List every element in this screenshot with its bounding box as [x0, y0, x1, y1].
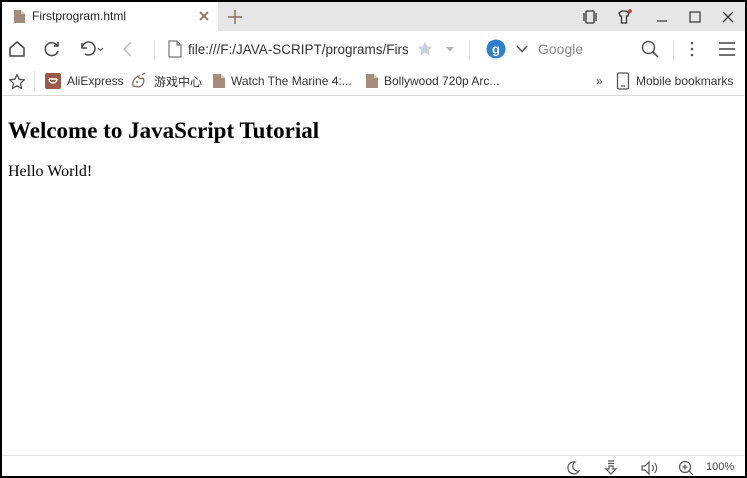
bookmark-star-icon[interactable]	[8, 73, 26, 91]
page-content: Welcome to JavaScript Tutorial Hello Wor…	[2, 96, 745, 455]
chevron-down-icon[interactable]	[514, 41, 530, 57]
skin-icon[interactable]	[616, 9, 632, 25]
minimize-icon[interactable]	[654, 9, 670, 25]
bookmark-label: Watch The Marine 4:...	[231, 74, 352, 88]
more-vertical-icon[interactable]	[682, 39, 702, 59]
search-engine-icon[interactable]: g	[486, 39, 506, 59]
dropdown-arrow-icon[interactable]	[443, 41, 457, 57]
sidebar-toggle-icon[interactable]	[582, 9, 598, 25]
new-tab-icon[interactable]	[226, 8, 244, 26]
file-icon	[14, 10, 25, 23]
toolbar-divider	[469, 40, 470, 60]
page-text: Hello World!	[8, 163, 93, 180]
page-heading: Welcome to JavaScript Tutorial	[8, 118, 320, 143]
toolbar-divider	[154, 40, 155, 60]
menu-icon[interactable]	[717, 39, 737, 59]
close-window-icon[interactable]	[720, 9, 736, 25]
bookmark-watch-the-marine[interactable]: Watch The Marine 4:...	[213, 72, 352, 90]
aliexpress-icon	[45, 73, 61, 89]
game-center-icon	[132, 72, 146, 88]
bookmarks-bar: AliExpress 游戏中心 Watch The Marine 4:... B…	[2, 67, 745, 96]
zoom-level[interactable]: 100%	[706, 461, 734, 473]
file-icon	[366, 74, 378, 88]
night-mode-icon[interactable]	[565, 460, 581, 476]
zoom-icon[interactable]	[678, 460, 694, 476]
bookmark-label: Mobile bookmarks	[636, 74, 734, 88]
bookmark-label: 游戏中心	[154, 74, 203, 89]
bookmarks-overflow-button[interactable]: »	[596, 72, 603, 90]
star-icon[interactable]	[416, 40, 434, 58]
bookmark-aliexpress[interactable]: AliExpress	[45, 72, 124, 90]
search-engine-letter: g	[492, 42, 500, 57]
title-bar: Firstprogram.html	[2, 2, 745, 31]
tab-title: Firstprogram.html	[32, 9, 127, 23]
address-bar[interactable]: file:///F:/JAVA-SCRIPT/programs/Firs	[188, 42, 408, 57]
bookmark-bollywood[interactable]: Bollywood 720p Arc...	[366, 72, 499, 90]
bookmark-label: AliExpress	[67, 74, 124, 88]
bookmark-divider	[34, 71, 35, 91]
undo-close-tab-icon[interactable]	[77, 39, 105, 59]
page-icon	[168, 40, 182, 58]
reload-icon[interactable]	[42, 39, 62, 59]
mobile-bookmarks[interactable]: Mobile bookmarks	[616, 72, 733, 90]
maximize-icon[interactable]	[687, 9, 703, 25]
toolbar-divider	[673, 40, 674, 60]
back-icon[interactable]	[118, 39, 138, 59]
tab-active[interactable]: Firstprogram.html	[2, 2, 218, 31]
file-icon	[213, 74, 225, 88]
browser-window: Firstprogram.html file:///F:/JAVA-SCRIPT…	[2, 2, 745, 476]
bookmark-label: Bollywood 720p Arc...	[384, 74, 500, 88]
status-bar: 100%	[2, 455, 745, 476]
close-tab-icon[interactable]	[198, 10, 210, 22]
home-icon[interactable]	[7, 39, 27, 59]
volume-icon[interactable]	[640, 460, 660, 476]
download-icon[interactable]	[603, 460, 619, 476]
navigation-toolbar: file:///F:/JAVA-SCRIPT/programs/Firs g	[2, 31, 745, 67]
search-input[interactable]	[538, 41, 628, 57]
search-icon[interactable]	[640, 39, 660, 59]
mobile-device-icon	[616, 72, 630, 90]
bookmark-game-center[interactable]: 游戏中心	[130, 72, 202, 90]
